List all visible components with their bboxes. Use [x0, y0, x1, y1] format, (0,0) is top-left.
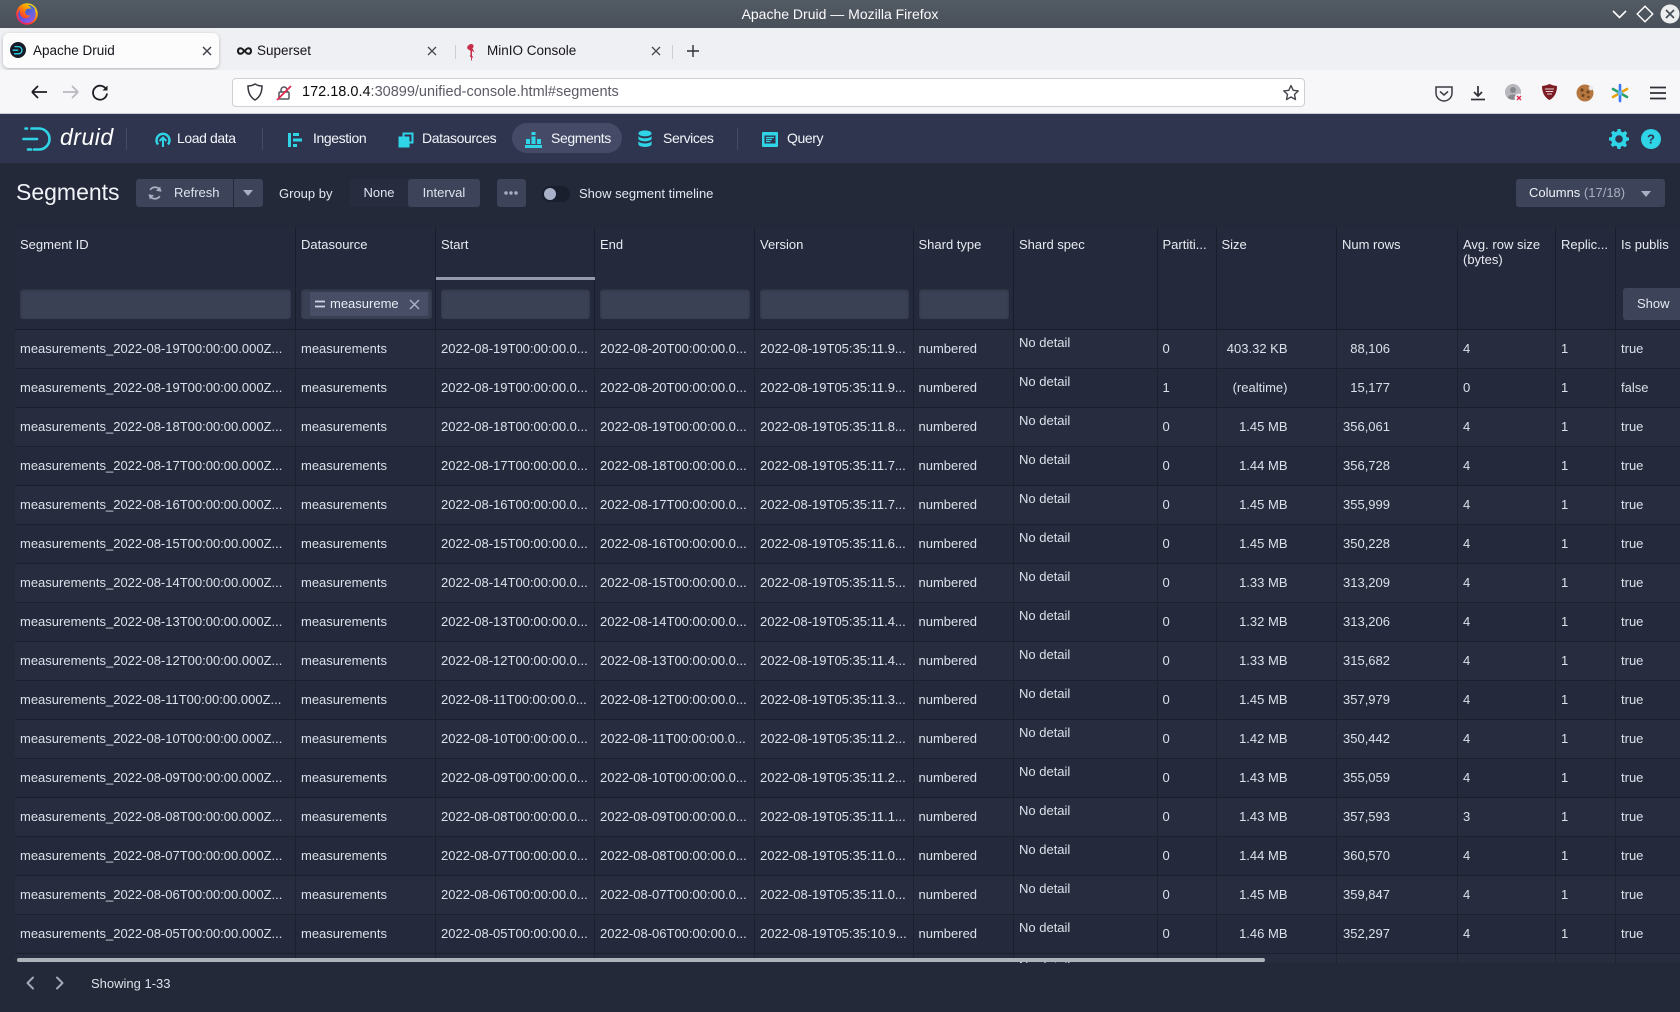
- svg-text:?: ?: [1647, 132, 1655, 147]
